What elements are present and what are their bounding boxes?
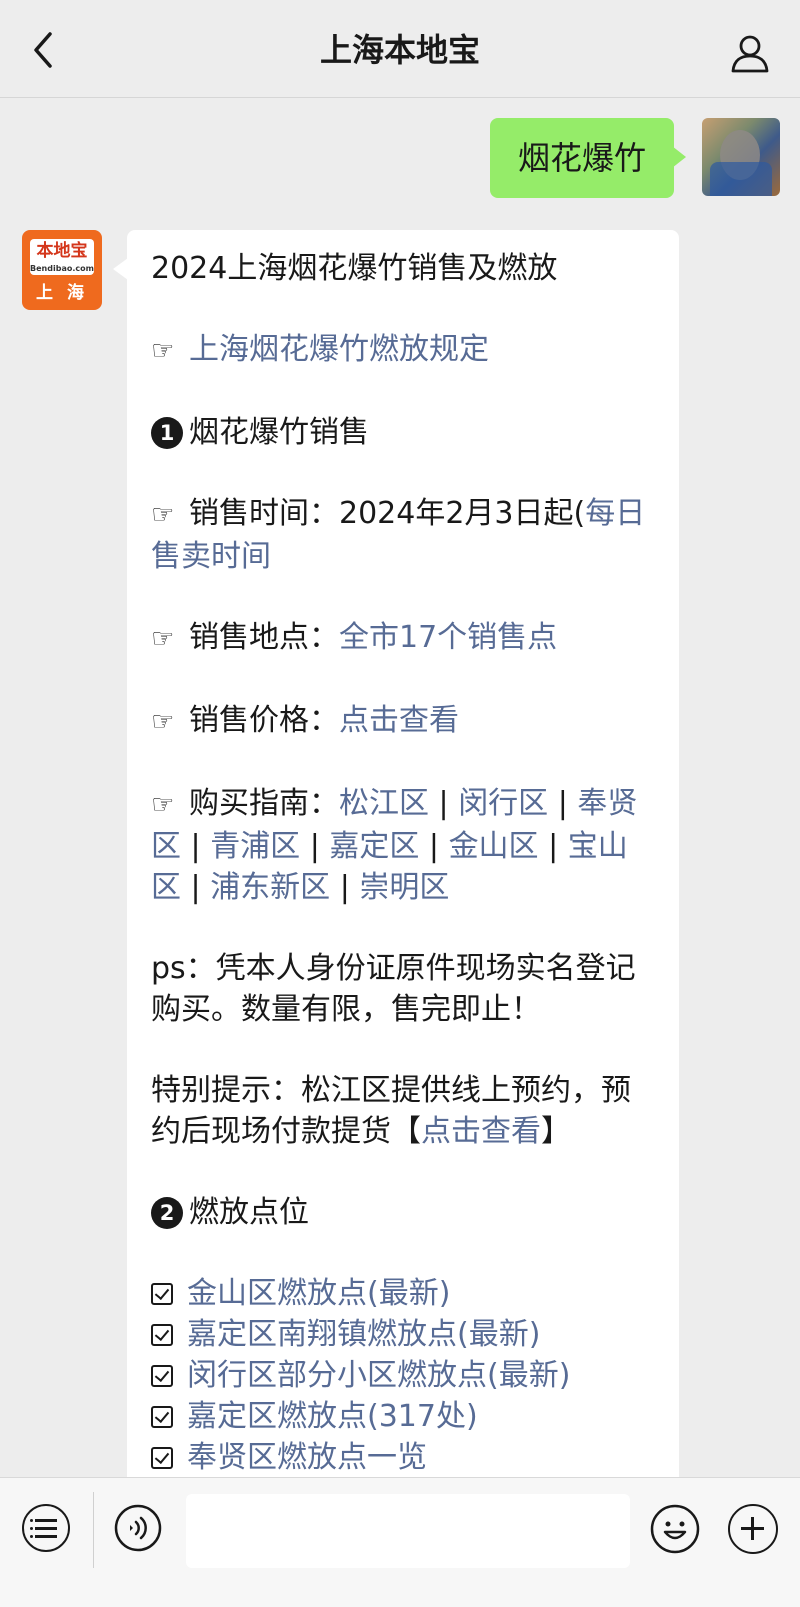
avatar-brand-text: 本地宝 [36,241,88,261]
emoji-icon[interactable] [650,1504,700,1554]
checkbox-icon [151,1447,173,1469]
checkbox-icon [151,1365,173,1387]
person-icon[interactable] [730,34,770,74]
pointing-hand-icon: ☞ [151,336,175,366]
list-item: 奉贤区燃放点一览 [151,1437,657,1478]
checkbox-icon [151,1406,173,1428]
sale-place-label: 销售地点： [189,620,339,655]
voice-icon[interactable] [114,1504,162,1552]
district-link-jinshan[interactable]: 金山区 [449,829,539,864]
district-separator: | [300,829,330,864]
district-link-minhang[interactable]: 闵行区 [458,786,548,821]
district-link-pudong[interactable]: 浦东新区 [210,870,330,905]
input-toolbar [0,1477,800,1607]
district-separator: | [330,870,360,905]
district-separator: | [181,829,211,864]
list-menu-icon[interactable] [22,1504,70,1552]
message-input[interactable] [186,1494,630,1568]
section1-label: 烟花爆竹销售 [189,415,369,450]
guide-label: 购买指南： [189,786,339,821]
section2-label: 燃放点位 [189,1195,309,1230]
pointing-hand-icon: ☞ [151,707,175,737]
ps-note: ps：凭本人身份证原件现场实名登记购买。数量有限，售完即止！ [151,951,636,1027]
district-separator: | [181,870,211,905]
nav-bar: 上海本地宝 [0,0,800,98]
spot-link[interactable]: 金山区燃放点(最新) [187,1276,450,1311]
sale-points-link[interactable]: 全市17个销售点 [339,620,557,655]
district-link-chongming[interactable]: 崇明区 [359,870,449,905]
pointing-hand-icon: ☞ [151,500,175,530]
avatar-brand-sub: Bendibao.com [30,264,94,273]
spot-link[interactable]: 奉贤区燃放点一览 [187,1440,427,1475]
spot-link[interactable]: 闵行区部分小区燃放点(最新) [187,1358,570,1393]
user-avatar[interactable] [702,118,780,196]
outgoing-message-text: 烟花爆竹 [517,139,646,177]
plus-icon[interactable] [728,1504,778,1554]
spot-list: 金山区燃放点(最新) 嘉定区南翔镇燃放点(最新) 闵行区部分小区燃放点(最新) … [151,1273,657,1478]
section1-heading: 1 烟花爆竹销售 [151,412,657,453]
bubble-tail [113,258,128,280]
rules-line: ☞ 上海烟花爆竹燃放规定 [151,329,657,372]
list-item: 金山区燃放点(最新) [151,1273,657,1314]
spot-link[interactable]: 嘉定区南翔镇燃放点(最新) [187,1317,540,1352]
sale-price-label: 销售价格： [189,703,339,738]
pointing-hand-icon: ☞ [151,624,175,654]
tip-end: 】 [541,1114,571,1149]
rules-link[interactable]: 上海烟花爆竹燃放规定 [189,332,489,367]
tip-link[interactable]: 点击查看 [421,1114,541,1149]
district-link-jiading[interactable]: 嘉定区 [329,829,419,864]
sale-time-value: 2024年2月3日起( [339,496,586,531]
district-separator: | [429,786,459,821]
special-tip: 特别提示：松江区提供线上预约，预约后现场付款提货【点击查看】 [151,1070,657,1152]
number-one-icon: 1 [151,417,183,449]
list-item: 嘉定区南翔镇燃放点(最新) [151,1314,657,1355]
incoming-message-bubble: 2024上海烟花爆竹销售及燃放 ☞ 上海烟花爆竹燃放规定 1 烟花爆竹销售 ☞ 销售时… [127,230,679,1490]
outgoing-message-bubble[interactable]: 烟花爆竹 [489,118,687,198]
checkbox-icon [151,1283,173,1305]
list-item: 嘉定区燃放点(317处) [151,1396,657,1437]
page-title: 上海本地宝 [319,31,480,69]
avatar-city-text: 上 海 [36,283,88,303]
pointing-hand-icon: ☞ [151,790,175,820]
reply-title: 2024上海烟花爆竹销售及燃放 [151,251,558,286]
district-separator: | [548,786,578,821]
list-item: 闵行区部分小区燃放点(最新) [151,1355,657,1396]
price-link[interactable]: 点击查看 [339,703,459,738]
toolbar-divider [93,1492,94,1568]
district-link-songjiang[interactable]: 松江区 [339,786,429,821]
section2-heading: 2 燃放点位 [151,1192,657,1233]
sale-time-label: 销售时间： [189,496,339,531]
purchase-guide-line: ☞ 购买指南：松江区 | 闵行区 | 奉贤区 | 青浦区 | 嘉定区 | 金山区 … [151,783,657,908]
sale-time-line: ☞ 销售时间：2024年2月3日起(每日售卖时间 [151,493,657,577]
district-link-qingpu[interactable]: 青浦区 [210,829,300,864]
sale-price-line: ☞ 销售价格：点击查看 [151,700,657,743]
sale-place-line: ☞ 销售地点：全市17个销售点 [151,617,657,660]
bot-avatar[interactable]: 本地宝 Bendibao.com 上 海 [22,230,102,310]
checkbox-icon [151,1324,173,1346]
number-two-icon: 2 [151,1197,183,1229]
spot-link[interactable]: 嘉定区燃放点(317处) [187,1399,478,1434]
district-separator: | [538,829,568,864]
district-separator: | [419,829,449,864]
